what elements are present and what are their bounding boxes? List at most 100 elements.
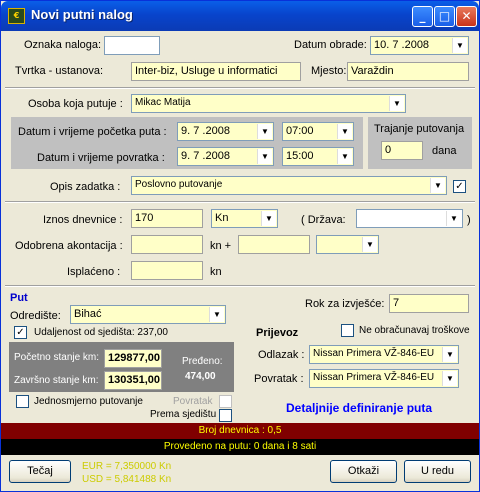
divider	[5, 285, 475, 287]
rok-input[interactable]: 7	[389, 294, 469, 313]
app-icon: €	[8, 8, 25, 24]
odlazak-value: Nissan Primera VŽ-846-EU	[313, 348, 435, 359]
iznos-input[interactable]: 170	[131, 209, 203, 228]
datum-obrade-select[interactable]: 10. 7 .2008 ▼	[370, 36, 469, 55]
opis-label: Opis zadatka :	[50, 181, 121, 193]
povratak-vozilo-label: Povratak :	[254, 373, 304, 385]
chevron-down-icon[interactable]: ▼	[209, 307, 224, 322]
divider	[5, 87, 475, 89]
trajanje-input[interactable]: 0	[381, 141, 423, 160]
predjeno-value: 474,00	[185, 371, 216, 382]
minimize-button[interactable]: _	[412, 6, 433, 27]
pocetak-label: Datum i vrijeme početka puta :	[18, 126, 167, 138]
osoba-label: Osoba koja putuje :	[28, 98, 123, 110]
iznos-label: Iznos dnevnice :	[43, 214, 123, 226]
jednosmjerno-checkbox[interactable]	[16, 395, 29, 408]
broj-dnevnica-bar: Broj dnevnica : 0,5	[1, 423, 479, 439]
chevron-down-icon[interactable]: ▼	[261, 211, 276, 226]
isplaceno-label: Isplaćeno :	[67, 266, 121, 278]
mjesto-input[interactable]: Varaždin	[347, 62, 469, 81]
povratak-datum-value: 9. 7 .2008	[181, 150, 230, 162]
rok-label: Rok za izvješće:	[305, 298, 385, 310]
opis-value: Poslovno putovanje	[135, 179, 223, 190]
chevron-down-icon[interactable]: ▼	[446, 211, 461, 226]
odrediste-label: Odredište:	[10, 310, 61, 322]
valuta-select[interactable]: Kn ▼	[211, 209, 278, 228]
pocetak-vrijeme-value: 07:00	[286, 125, 314, 137]
valuta-value: Kn	[215, 212, 229, 224]
chevron-down-icon[interactable]: ▼	[337, 124, 352, 139]
uredu-button[interactable]: U redu	[404, 460, 471, 483]
osoba-select[interactable]: Mikac Matija ▼	[131, 94, 406, 113]
chevron-down-icon[interactable]: ▼	[452, 38, 467, 53]
pocetno-stanje-label: Početno stanje km:	[14, 352, 100, 363]
opis-checkbox[interactable]: ✓	[453, 180, 466, 193]
odlazak-label: Odlazak :	[258, 349, 305, 361]
predjeno-label: Pređeno:	[182, 356, 223, 367]
oznaka-input[interactable]	[104, 36, 160, 55]
akontacija2-input[interactable]	[238, 235, 310, 254]
pocetak-vrijeme-select[interactable]: 07:00 ▼	[282, 122, 354, 141]
put-section-title: Put	[10, 292, 28, 304]
usd-rate: USD = 5,841488 Kn	[82, 474, 172, 485]
mjesto-label: Mjesto:	[311, 65, 347, 77]
povratak-vozilo-value: Nissan Primera VŽ-846-EU	[313, 372, 435, 383]
tecaj-button[interactable]: Tečaj	[9, 460, 71, 483]
maximize-button[interactable]: □	[434, 6, 455, 27]
prema-sjedistu-checkbox[interactable]	[219, 409, 232, 422]
tvrtka-input[interactable]: Inter-biz, Usluge u informatici	[131, 62, 301, 81]
datum-obrade-label: Datum obrade:	[294, 39, 367, 51]
detaljnije-link[interactable]: Detaljnije definiranje puta	[286, 401, 432, 415]
chevron-down-icon[interactable]: ▼	[257, 149, 272, 164]
dana-label: dana	[432, 145, 457, 157]
oznaka-label: Oznaka naloga:	[24, 39, 102, 51]
prema-sjedistu-label: Prema sjedištu	[150, 409, 217, 420]
chevron-down-icon[interactable]: ▼	[442, 347, 457, 362]
zavrsno-stanje-label: Završno stanje km:	[14, 375, 99, 386]
window: € Novi putni nalog _ □ ✕ Oznaka naloga: …	[0, 0, 480, 492]
povratak-vozilo-select[interactable]: Nissan Primera VŽ-846-EU ▼	[309, 369, 459, 388]
akontacija-valuta-select[interactable]: ▼	[316, 235, 379, 254]
drzava-select[interactable]: ▼	[356, 209, 463, 228]
odrediste-value: Bihać	[74, 308, 102, 320]
zavrsno-stanje-input[interactable]: 130351,00	[104, 371, 162, 390]
chevron-down-icon[interactable]: ▼	[362, 237, 377, 252]
odlazak-select[interactable]: Nissan Primera VŽ-846-EU ▼	[309, 345, 459, 364]
kn-label: kn	[210, 266, 222, 278]
trajanje-label: Trajanje putovanja	[374, 123, 465, 135]
povratak-checkbox[interactable]	[219, 395, 232, 408]
otkazi-button[interactable]: Otkaži	[330, 460, 397, 483]
window-title: Novi putni nalog	[31, 7, 133, 22]
pocetno-stanje-input[interactable]: 129877,00	[104, 349, 162, 368]
udaljenost-checkbox[interactable]: ✓	[14, 326, 27, 339]
drzava-label: ( Država:	[301, 214, 346, 226]
akontacija-label: Odobrena akontacija :	[15, 240, 123, 252]
povratak-vrijeme-select[interactable]: 15:00 ▼	[282, 147, 354, 166]
povratak-datum-select[interactable]: 9. 7 .2008 ▼	[177, 147, 274, 166]
provedeno-bar: Provedeno na putu: 0 dana i 8 sati	[1, 439, 479, 455]
akontacija-input[interactable]	[131, 235, 203, 254]
isplaceno-input[interactable]	[131, 261, 203, 280]
tvrtka-label: Tvrtka - ustanova:	[15, 65, 104, 77]
chevron-down-icon[interactable]: ▼	[257, 124, 272, 139]
chevron-down-icon[interactable]: ▼	[337, 149, 352, 164]
povratak-chk-label: Povratak	[173, 396, 213, 407]
divider	[5, 201, 475, 203]
pocetak-datum-select[interactable]: 9. 7 .2008 ▼	[177, 122, 274, 141]
chevron-down-icon[interactable]: ▼	[442, 371, 457, 386]
title-bar[interactable]: € Novi putni nalog _ □ ✕	[1, 1, 479, 31]
chevron-down-icon[interactable]: ▼	[430, 178, 445, 193]
drzava-close-label: )	[467, 214, 471, 226]
opis-select[interactable]: Poslovno putovanje ▼	[131, 176, 447, 195]
kn-plus-label: kn +	[210, 240, 232, 252]
ne-obracunavaj-checkbox[interactable]	[341, 324, 354, 337]
povratak-vrijeme-value: 15:00	[286, 150, 314, 162]
pocetak-datum-value: 9. 7 .2008	[181, 125, 230, 137]
jednosmjerno-label: Jednosmjerno putovanje	[34, 396, 143, 407]
osoba-value: Mikac Matija	[135, 97, 191, 108]
udaljenost-label: Udaljenost od sjedišta: 237,00	[34, 327, 168, 338]
ne-obracunavaj-label: Ne obračunavaj troškove	[359, 325, 470, 336]
close-button[interactable]: ✕	[456, 6, 477, 27]
odrediste-select[interactable]: Bihać ▼	[70, 305, 226, 324]
chevron-down-icon[interactable]: ▼	[389, 96, 404, 111]
